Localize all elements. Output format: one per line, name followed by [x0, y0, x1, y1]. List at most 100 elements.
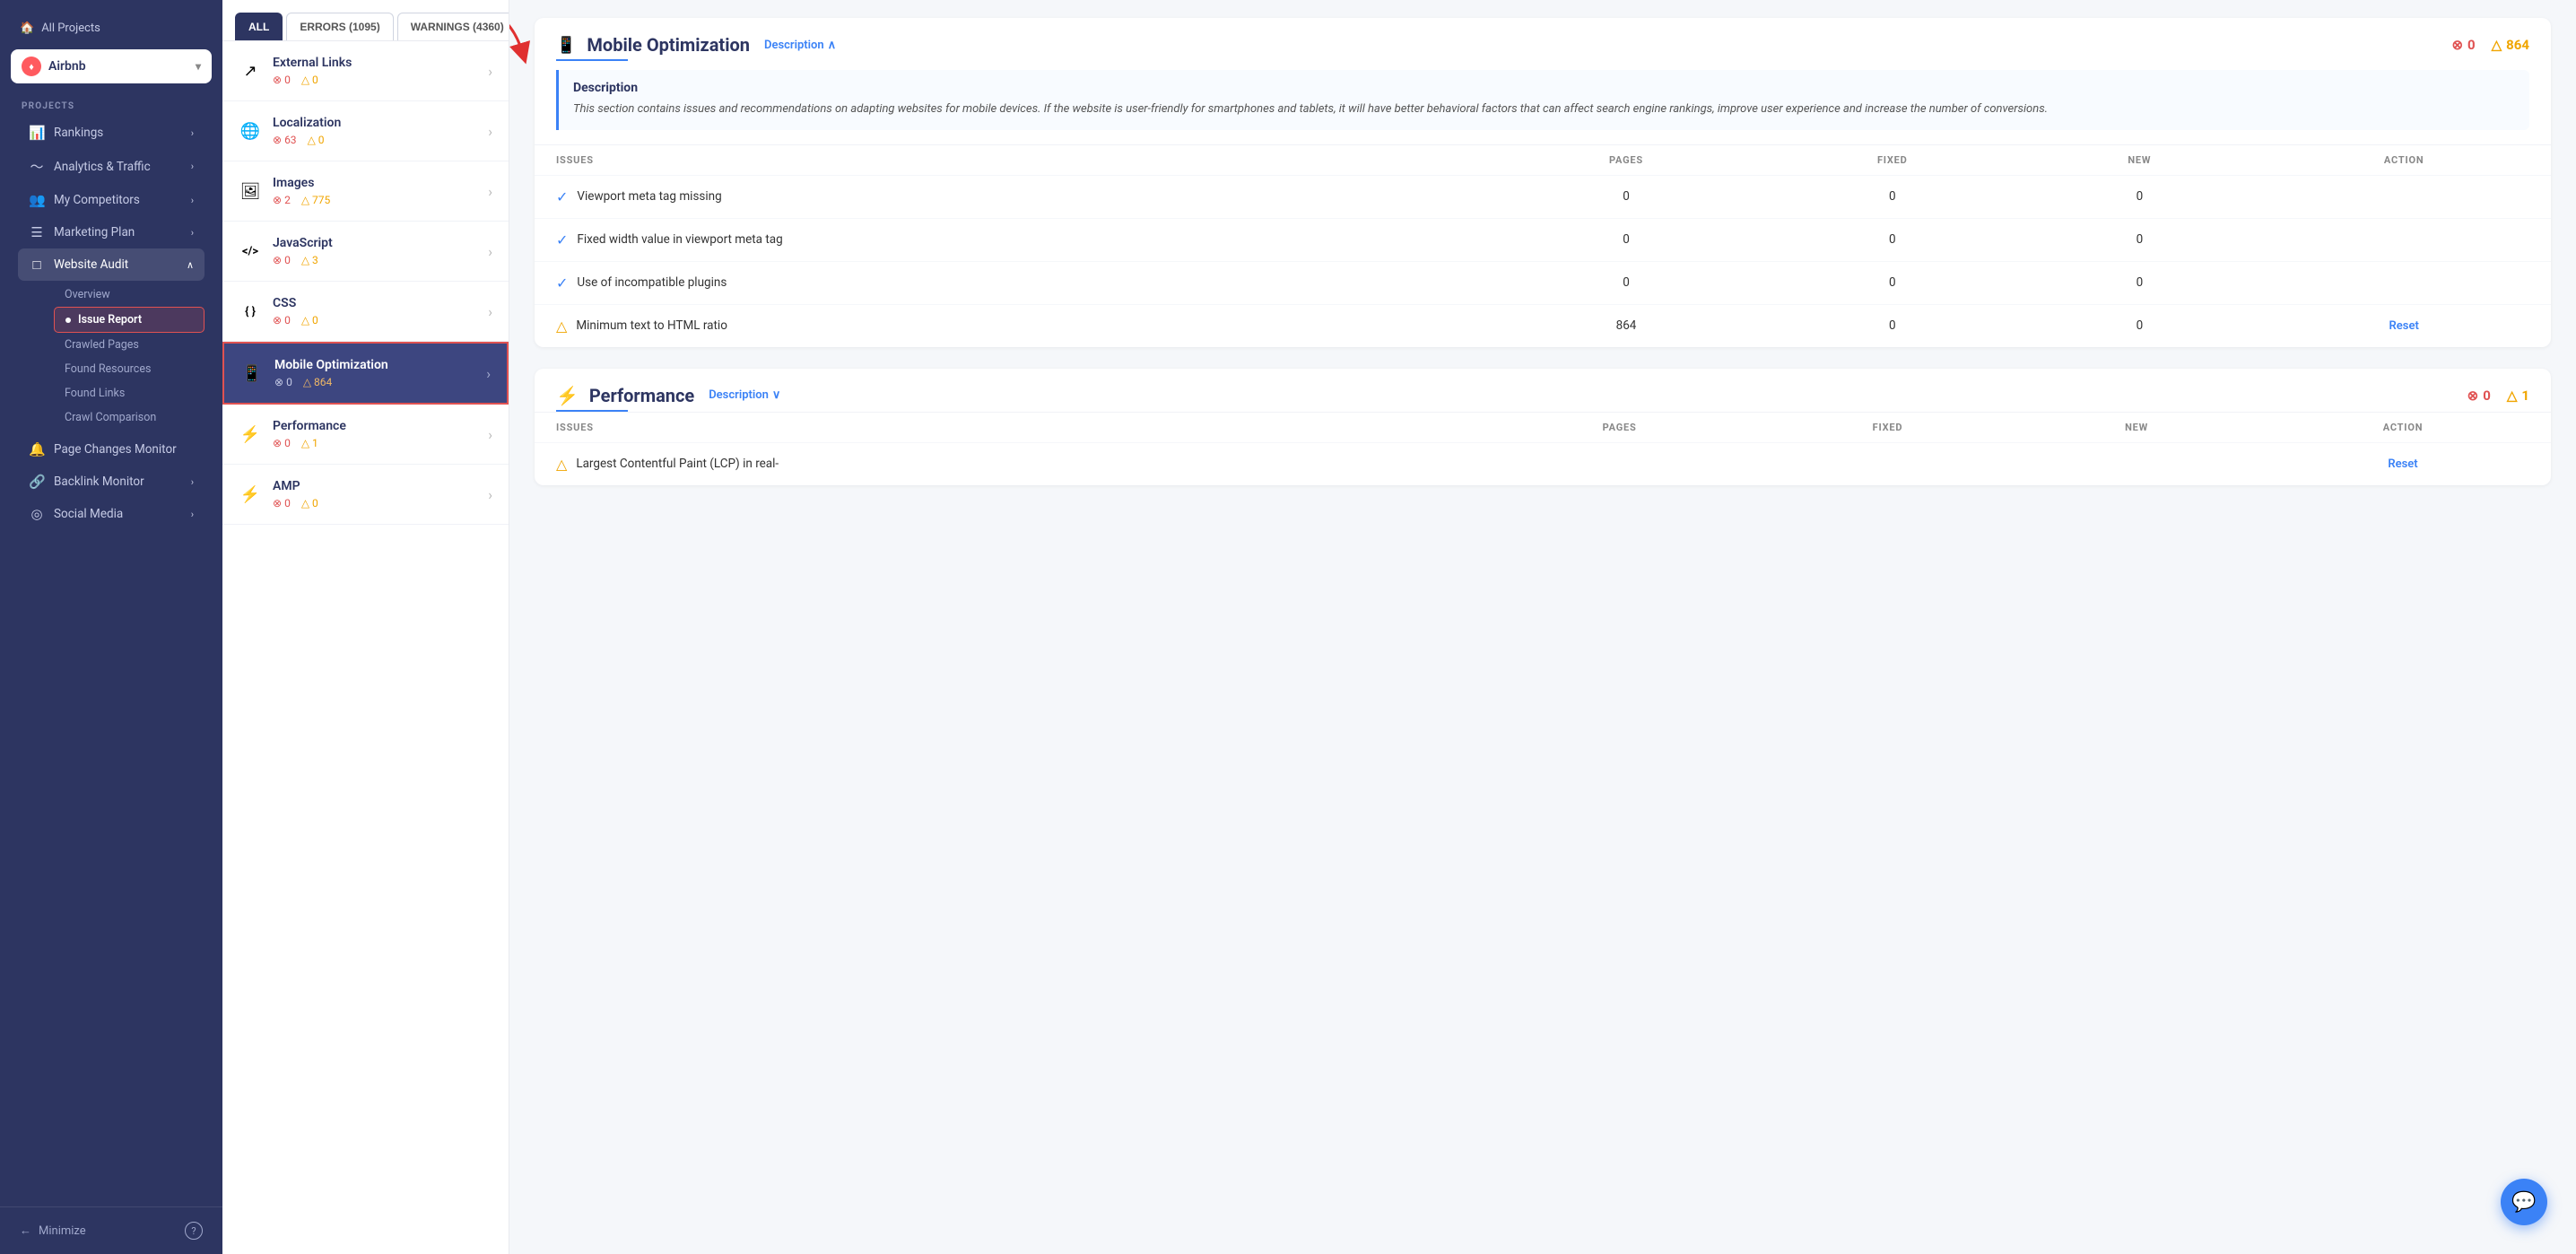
reset-button[interactable]: Reset	[2388, 457, 2417, 471]
issue-name-cell: △ Largest Contentful Paint (LCP) in real…	[556, 456, 1460, 473]
category-item-images[interactable]: 🖼 Images ⊗ 2 △ 775 ›	[222, 161, 509, 222]
pages-value: 0	[1490, 175, 1762, 218]
project-selector[interactable]: ♦ Airbnb ▾	[11, 49, 212, 83]
sidebar-item-my-competitors[interactable]: 👥 My Competitors ›	[18, 184, 205, 216]
localization-icon: 🌐	[239, 122, 262, 141]
subnav-item-issue-report[interactable]: Issue Report	[54, 307, 205, 333]
performance-issues-table: ISSUES PAGES FIXED NEW ACTION △ Largest …	[535, 412, 2551, 485]
reset-button[interactable]: Reset	[2389, 319, 2419, 333]
main-content: ALL ERRORS (1095) WARNINGS (4360) NOTICE…	[222, 0, 2576, 1254]
chat-bubble[interactable]: 💬	[2501, 1179, 2547, 1225]
chevron-icon: ›	[191, 509, 194, 520]
error-icon: ⊗	[273, 314, 282, 327]
category-item-css[interactable]: { } CSS ⊗ 0 △ 0 ›	[222, 282, 509, 342]
check-icon: ✓	[556, 274, 568, 292]
sidebar: 🏠 All Projects ♦ Airbnb ▾ PROJECTS 📊 Ran…	[0, 0, 222, 1254]
mobile-info: Mobile Optimization ⊗ 0 △ 864	[274, 358, 475, 388]
sidebar-item-social-media[interactable]: ◎ Social Media ›	[18, 498, 205, 530]
category-item-localization[interactable]: 🌐 Localization ⊗ 63 △ 0 ›	[222, 101, 509, 161]
table-row: ✓ Use of incompatible plugins 0 0 0	[535, 261, 2551, 304]
help-icon[interactable]: ?	[185, 1222, 203, 1240]
arrow-icon: ›	[488, 243, 492, 260]
new-value: 0	[2022, 261, 2257, 304]
sidebar-item-backlink-monitor[interactable]: 🔗 Backlink Monitor ›	[18, 466, 205, 498]
chevron-icon: ›	[191, 161, 194, 172]
subnav-item-found-resources[interactable]: Found Resources	[54, 357, 205, 381]
col-new: NEW	[2018, 412, 2255, 442]
action-cell	[2257, 261, 2551, 304]
warn-count: △ 1	[301, 437, 318, 449]
section-error-count: ⊗ 0	[2467, 388, 2491, 404]
minimize-icon: ←	[20, 1224, 31, 1238]
description-toggle-mobile[interactable]: Description ∧	[764, 39, 836, 52]
category-item-javascript[interactable]: </> JavaScript ⊗ 0 △ 3 ›	[222, 222, 509, 282]
performance-icon: ⚡	[239, 425, 262, 444]
warn-icon: △	[301, 254, 309, 266]
analytics-label: Analytics & Traffic	[54, 160, 151, 174]
error-icon: ⊗	[273, 74, 282, 86]
social-label: Social Media	[54, 507, 123, 521]
chevron-icon: ∧	[187, 259, 194, 271]
arrow-icon: ›	[488, 123, 492, 140]
subnav-item-crawled-pages[interactable]: Crawled Pages	[54, 333, 205, 357]
category-item-amp[interactable]: ⚡ AMP ⊗ 0 △ 0 ›	[222, 465, 509, 525]
table-row: △ Largest Contentful Paint (LCP) in real…	[535, 442, 2551, 485]
warn-count: △ 775	[301, 194, 330, 206]
arrow-icon: ›	[488, 303, 492, 320]
error-icon: ⊗	[273, 437, 282, 449]
issue-name-cell: ✓ Use of incompatible plugins	[556, 274, 1468, 292]
action-cell[interactable]: Reset	[2257, 304, 2551, 347]
performance-section: ⚡ Performance Description ∨ ⊗ 0 △ 1	[535, 369, 2551, 485]
warn-icon: △	[301, 74, 309, 86]
images-name: Images	[273, 176, 477, 190]
pages-value	[1482, 442, 1757, 485]
tab-all[interactable]: ALL	[235, 13, 283, 40]
mobile-icon: 📱	[240, 364, 264, 383]
subnav-item-found-links[interactable]: Found Links	[54, 381, 205, 405]
tab-errors[interactable]: ERRORS (1095)	[286, 13, 393, 40]
subnav-item-crawl-comparison[interactable]: Crawl Comparison	[54, 405, 205, 430]
subnav-item-overview[interactable]: Overview	[54, 283, 205, 307]
section-header-mobile: 📱 Mobile Optimization Description ∧ ⊗ 0 …	[535, 18, 2551, 56]
error-count: ⊗ 63	[273, 134, 297, 146]
fixed-value: 0	[1762, 175, 2022, 218]
fixed-value: 0	[1762, 218, 2022, 261]
arrow-icon: ›	[488, 183, 492, 200]
pages-value: 864	[1490, 304, 1762, 347]
tab-warnings[interactable]: WARNINGS (4360)	[397, 13, 509, 40]
issue-name-cell: ✓ Fixed width value in viewport meta tag	[556, 231, 1468, 248]
warn-count: △ 0	[301, 497, 318, 509]
found-resources-label: Found Resources	[65, 362, 151, 376]
action-cell[interactable]: Reset	[2255, 442, 2551, 485]
issue-name-cell: ✓ Viewport meta tag missing	[556, 188, 1468, 205]
sidebar-item-marketing-plan[interactable]: ☰ Marketing Plan ›	[18, 216, 205, 248]
arrow-icon: ›	[488, 486, 492, 503]
minimize-button[interactable]: ← Minimize ?	[11, 1216, 212, 1245]
sidebar-item-page-changes-monitor[interactable]: 🔔 Page Changes Monitor	[18, 433, 205, 466]
project-name: Airbnb	[48, 59, 86, 74]
chevron-icon: ›	[191, 476, 194, 488]
category-item-mobile-optimization[interactable]: 📱 Mobile Optimization ⊗ 0 △ 864 ›	[222, 342, 509, 405]
sidebar-item-website-audit[interactable]: □ Website Audit ∧	[18, 248, 205, 281]
competitors-icon: 👥	[29, 192, 45, 208]
description-toggle-performance[interactable]: Description ∨	[709, 388, 780, 402]
sidebar-item-analytics-traffic[interactable]: 〜 Analytics & Traffic ›	[18, 149, 205, 184]
javascript-name: JavaScript	[273, 236, 477, 250]
audit-icon: □	[29, 257, 45, 273]
desc-title: Description	[573, 81, 2515, 95]
sidebar-item-rankings[interactable]: 📊 Rankings ›	[18, 117, 205, 149]
section-label: PROJECTS	[11, 98, 212, 117]
new-value: 0	[2022, 175, 2257, 218]
all-projects-button[interactable]: 🏠 All Projects	[11, 14, 212, 42]
error-count: ⊗ 0	[273, 497, 291, 509]
issue-name: Minimum text to HTML ratio	[576, 318, 727, 333]
warn-count: △ 0	[308, 134, 325, 146]
warn-icon: △	[301, 194, 309, 206]
issue-name: Fixed width value in viewport meta tag	[577, 232, 782, 247]
category-item-performance[interactable]: ⚡ Performance ⊗ 0 △ 1 ›	[222, 405, 509, 465]
desc-text: This section contains issues and recomme…	[573, 100, 2515, 119]
category-item-external-links[interactable]: ↗ External Links ⊗ 0 △ 0 ›	[222, 41, 509, 101]
images-icon: 🖼	[239, 182, 262, 201]
col-action: ACTION	[2257, 144, 2551, 175]
found-links-label: Found Links	[65, 387, 125, 400]
